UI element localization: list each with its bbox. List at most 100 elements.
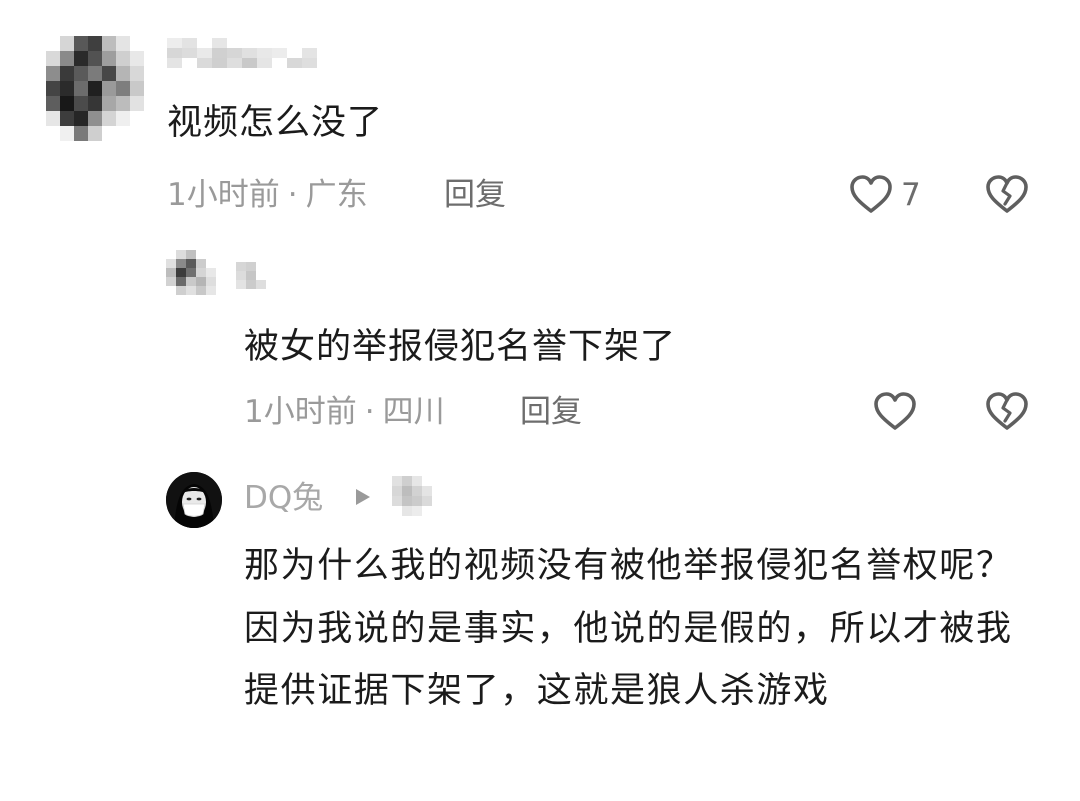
mosaic-pixel xyxy=(212,48,227,58)
mosaic-pixel xyxy=(257,68,272,78)
mosaic-pixel xyxy=(88,51,102,66)
mosaic-pixel xyxy=(74,111,88,126)
mosaic-pixel xyxy=(182,58,197,68)
mosaic-pixel xyxy=(60,111,74,126)
mosaic-pixel xyxy=(60,81,74,96)
broken-heart-icon[interactable] xyxy=(984,172,1030,218)
reply-button[interactable]: 回复 xyxy=(520,392,582,432)
mosaic-pixel xyxy=(167,68,182,78)
play-icon xyxy=(356,489,370,505)
mosaic-pixel xyxy=(216,286,226,295)
mosaic-pixel xyxy=(412,476,422,486)
mosaic-pixel xyxy=(176,277,186,286)
mosaic-pixel xyxy=(186,250,196,259)
mosaic-pixel xyxy=(116,81,130,96)
username-blurred[interactable] xyxy=(167,38,317,78)
mosaic-pixel xyxy=(74,81,88,96)
mosaic-pixel xyxy=(266,271,276,280)
mosaic-pixel xyxy=(287,68,302,78)
mosaic-pixel xyxy=(242,48,257,58)
avatar[interactable] xyxy=(46,36,144,142)
mosaic-pixel xyxy=(46,36,60,51)
mosaic-pixel xyxy=(236,280,246,289)
mosaic-pixel xyxy=(102,66,116,81)
mosaic-pixel xyxy=(186,259,196,268)
mosaic-pixel xyxy=(266,280,276,289)
mosaic-pixel xyxy=(197,48,212,58)
mosaic-pixel xyxy=(272,48,287,58)
comment-meta: 1小时前 · 四川 xyxy=(244,392,445,432)
mosaic-pixel xyxy=(60,36,74,51)
mosaic-pixel xyxy=(302,68,317,78)
mosaic-pixel xyxy=(116,96,130,111)
username[interactable]: DQ兔 xyxy=(244,478,323,518)
mosaic-pixel xyxy=(176,250,186,259)
mosaic-pixel xyxy=(102,81,116,96)
mosaic-pixel xyxy=(266,262,276,271)
mosaic-pixel xyxy=(46,126,60,141)
mosaic-pixel xyxy=(116,111,130,126)
comment-text: 那为什么我的视频没有被他举报侵犯名誉权呢？因为我说的是事实，他说的是假的，所以才… xyxy=(244,546,1013,711)
mosaic-pixel xyxy=(88,81,102,96)
mosaic-pixel xyxy=(102,126,116,141)
like-icon[interactable] xyxy=(872,389,918,435)
mosaic-pixel xyxy=(236,271,246,280)
mosaic-pixel xyxy=(242,68,257,78)
mosaic-pixel xyxy=(212,38,227,48)
broken-heart-icon[interactable] xyxy=(984,389,1030,435)
mosaic-pixel xyxy=(130,51,144,66)
mosaic-pixel xyxy=(206,286,216,295)
mosaic-pixel xyxy=(74,66,88,81)
mosaic-pixel xyxy=(302,48,317,58)
mosaic-pixel xyxy=(88,126,102,141)
mosaic-pixel xyxy=(216,295,226,304)
mosaic-pixel xyxy=(116,51,130,66)
avatar[interactable] xyxy=(166,250,226,306)
reply-button[interactable]: 回复 xyxy=(444,175,506,215)
comment-text: 被女的举报侵犯名誉下架了 xyxy=(244,327,677,367)
comment-time: 1小时前 xyxy=(244,394,357,430)
mosaic-pixel xyxy=(257,38,272,48)
mosaic-pixel xyxy=(412,486,422,496)
mosaic-pixel xyxy=(88,111,102,126)
mosaic-pixel xyxy=(206,268,216,277)
mosaic-pixel xyxy=(216,277,226,286)
like-icon[interactable] xyxy=(848,172,894,218)
mosaic-pixel xyxy=(176,259,186,268)
mosaic-pixel xyxy=(130,81,144,96)
mosaic-pixel xyxy=(242,38,257,48)
mosaic-pixel xyxy=(74,51,88,66)
mosaic-pixel xyxy=(186,268,196,277)
mosaic-pixel xyxy=(88,66,102,81)
mosaic-pixel xyxy=(272,38,287,48)
mosaic-pixel xyxy=(236,289,246,298)
mosaic-pixel xyxy=(196,286,206,295)
mosaic-pixel xyxy=(60,126,74,141)
mosaic-pixel xyxy=(197,58,212,68)
mosaic-pixel xyxy=(412,496,422,506)
meta-separator: · xyxy=(287,177,298,213)
mosaic-pixel xyxy=(392,486,402,496)
mosaic-pixel xyxy=(206,259,216,268)
mosaic-pixel xyxy=(302,38,317,48)
mosaic-pixel xyxy=(197,68,212,78)
comment-time: 1小时前 xyxy=(167,177,280,213)
avatar[interactable] xyxy=(166,472,222,528)
mosaic-pixel xyxy=(272,58,287,68)
mosaic-pixel xyxy=(196,295,206,304)
mosaic-pixel xyxy=(167,48,182,58)
mosaic-pixel xyxy=(186,295,196,304)
mosaic-pixel xyxy=(216,259,226,268)
mosaic-pixel xyxy=(182,68,197,78)
mosaic-pixel xyxy=(287,48,302,58)
mosaic-pixel xyxy=(196,250,206,259)
mosaic-pixel xyxy=(102,111,116,126)
mosaic-pixel xyxy=(74,36,88,51)
mosaic-pixel xyxy=(130,96,144,111)
mosaic-pixel xyxy=(257,48,272,58)
username-blurred[interactable] xyxy=(236,262,276,298)
mosaic-pixel xyxy=(130,36,144,51)
mosaic-pixel xyxy=(116,36,130,51)
mosaic-pixel xyxy=(246,289,256,298)
mosaic-pixel xyxy=(88,96,102,111)
